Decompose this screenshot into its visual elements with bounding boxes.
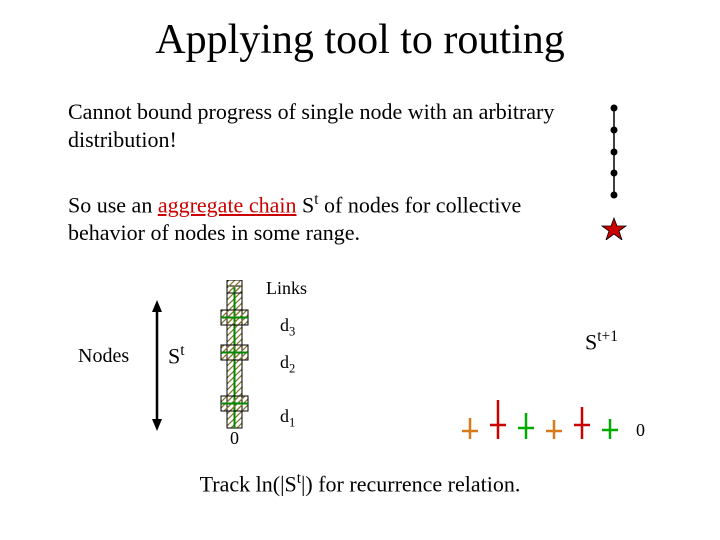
paragraph-1: Cannot bound progress of single node wit… xyxy=(68,98,568,153)
para2-s: S xyxy=(296,192,314,217)
d1-d: d xyxy=(280,406,289,426)
d2-d: d xyxy=(280,352,289,372)
d3-d: d xyxy=(280,315,289,335)
nodes-label: Nodes xyxy=(78,345,129,368)
st-s: S xyxy=(168,343,180,368)
nodes-arrow-icon xyxy=(148,298,166,438)
slide: Applying tool to routing Cannot bound pr… xyxy=(0,0,720,540)
d1-n: 1 xyxy=(289,416,295,430)
d2-n: 2 xyxy=(289,362,295,376)
st1-s: S xyxy=(585,329,597,354)
d1-label: d1 xyxy=(280,406,295,431)
st-t: t xyxy=(180,342,184,359)
aggregate-chain-text: aggregate chain xyxy=(158,192,297,217)
d3-label: d3 xyxy=(280,315,295,340)
bottom-text: Track ln(|St|) for recurrence relation. xyxy=(0,470,720,497)
bottom-post: |) for recurrence relation. xyxy=(301,471,520,496)
hatched-boxes-diagram xyxy=(205,280,285,430)
st1-label: St+1 xyxy=(585,328,618,355)
para2-pre: So use an xyxy=(68,192,158,217)
d2-label: d2 xyxy=(280,352,295,377)
d3-n: 3 xyxy=(289,325,295,339)
st-label: St xyxy=(168,342,185,369)
st1-sup: t+1 xyxy=(597,328,618,345)
links-label: Links xyxy=(266,278,307,299)
chain-diagram xyxy=(596,100,636,240)
page-title: Applying tool to routing xyxy=(0,16,720,64)
paragraph-2: So use an aggregate chain St of nodes fo… xyxy=(68,190,588,246)
star-icon xyxy=(602,218,626,240)
bottom-pre: Track ln(|S xyxy=(200,471,297,496)
zero-right: 0 xyxy=(636,420,645,441)
zero-left: 0 xyxy=(230,428,239,449)
st1-diagram xyxy=(450,395,630,445)
